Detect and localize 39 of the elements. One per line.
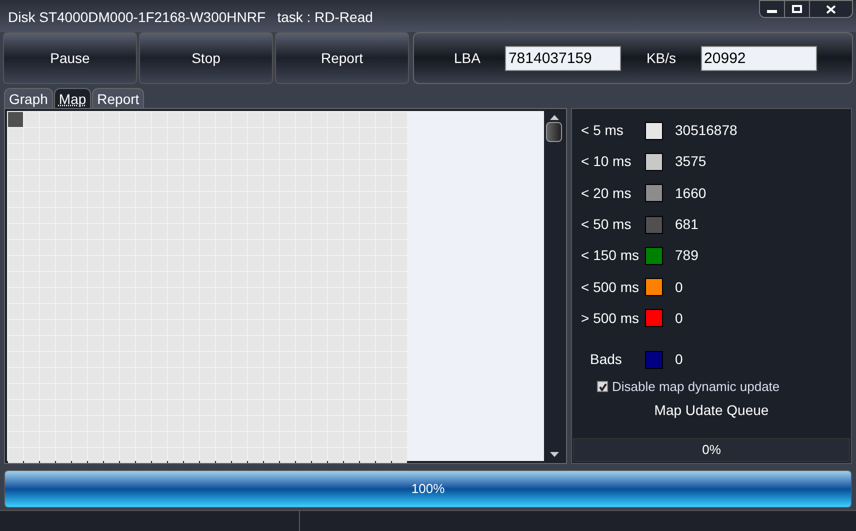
toolbar-button[interactable]: Stop — [139, 32, 273, 84]
sector-count: 0 — [675, 350, 683, 370]
scrollbar-thumb[interactable] — [546, 122, 562, 142]
checkbox-label: Disable map dynamic update — [612, 378, 780, 396]
latency-label: < 50 ms — [581, 215, 632, 234]
field-label: LBA — [454, 48, 480, 68]
readout-field[interactable]: 7814037159 — [505, 46, 622, 70]
sector-count: 0 — [675, 278, 683, 297]
readout-field[interactable]: 20992 — [701, 46, 818, 70]
window-title: Disk ST4000DM000-1F2168-W300HNRF task : RD-Read — [7, 8, 373, 27]
scroll-down-icon — [550, 452, 558, 457]
sector-count: 789 — [675, 246, 698, 266]
sector-count: 1660 — [675, 184, 706, 203]
sector-count: 681 — [675, 215, 698, 234]
sector-count: 0 — [675, 308, 683, 328]
scroll-up-icon — [550, 115, 558, 120]
sector-count: 3575 — [675, 152, 706, 172]
queue-reading: 0% — [702, 441, 721, 460]
latency-label: < 150 ms — [581, 246, 640, 266]
latency-label: < 20 ms — [581, 184, 632, 203]
maximize-icon — [792, 5, 802, 13]
checkbox[interactable] — [597, 381, 608, 392]
minimize-icon — [767, 10, 777, 12]
toolbar-button[interactable]: Report — [275, 32, 409, 84]
latency-label: < 10 ms — [581, 152, 632, 172]
latency-label: > 500 ms — [581, 308, 640, 328]
tab[interactable]: Map — [54, 88, 92, 108]
tab[interactable]: Graph — [4, 88, 53, 108]
checkmark-icon — [598, 382, 606, 391]
bads-label: Bads — [589, 350, 623, 370]
toolbar-button[interactable]: Pause — [3, 32, 137, 84]
latency-label: < 500 ms — [581, 278, 640, 297]
close-icon — [826, 4, 836, 14]
sector-count: 30516878 — [675, 121, 738, 140]
latency-label: < 5 ms — [581, 121, 624, 140]
queue-title: Map Udate Queue — [654, 400, 769, 420]
tab[interactable]: Report — [92, 88, 144, 108]
field-label: KB/s — [646, 48, 676, 68]
progress-reading: 100% — [411, 480, 445, 498]
